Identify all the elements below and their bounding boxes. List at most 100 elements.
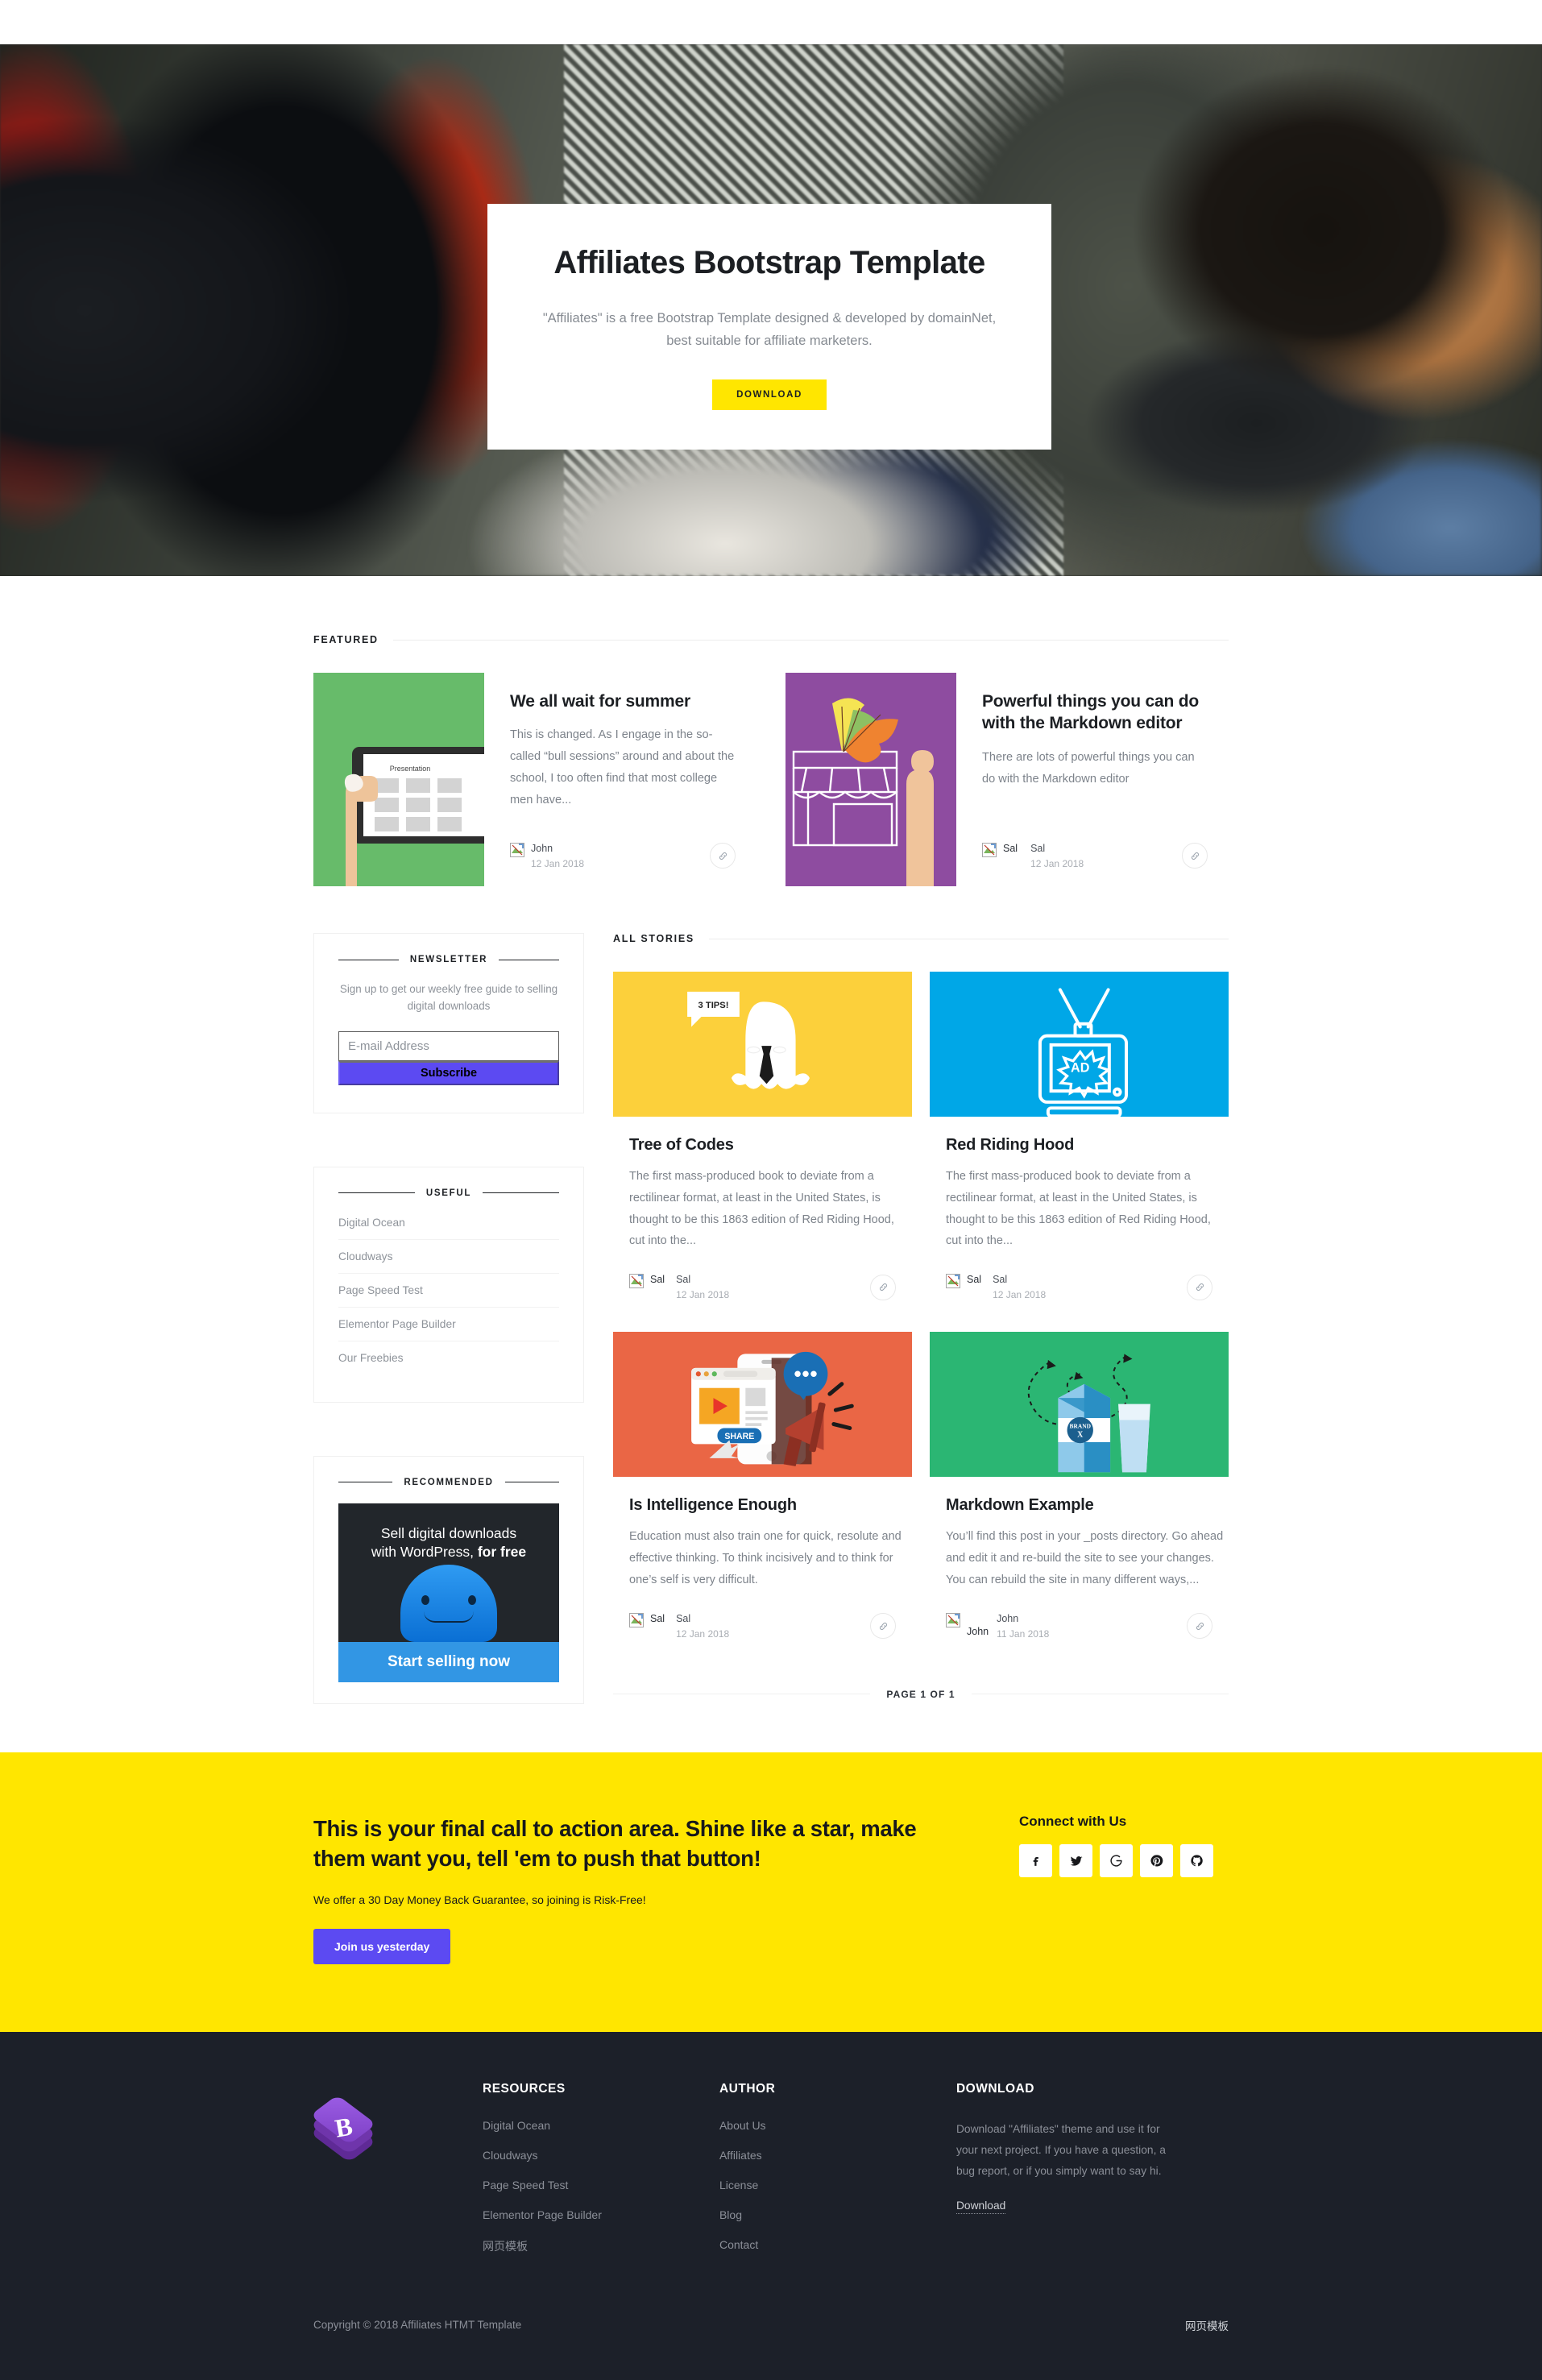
promo-line-2-bold: for free	[477, 1543, 527, 1560]
card-meta: Sal Sal 12 Jan 2018	[629, 1612, 910, 1640]
email-input[interactable]	[338, 1030, 559, 1061]
site-footer: B RESOURCES Digital Ocean Cloudways Page…	[0, 2031, 1542, 2380]
newsletter-heading: NEWSLETTER	[338, 955, 560, 964]
newsletter-label: NEWSLETTER	[409, 955, 488, 964]
useful-link[interactable]: Cloudways	[338, 1240, 559, 1274]
author-name: John	[531, 842, 553, 854]
footer-link[interactable]: License	[719, 2179, 956, 2191]
useful-link[interactable]: Page Speed Test	[338, 1274, 559, 1308]
recommended-heading: RECOMMENDED	[338, 1478, 559, 1487]
card-meta: Sal Sal 12 Jan 2018	[946, 1273, 1227, 1301]
call-to-action-section: This is your final call to action area. …	[0, 1752, 1542, 2032]
author-name: John	[997, 1612, 1019, 1624]
cta-heading: This is your final call to action area. …	[313, 1816, 917, 1872]
footer-link[interactable]: Contact	[719, 2238, 956, 2251]
footer-link[interactable]: Cloudways	[483, 2149, 719, 2162]
story-title[interactable]: Markdown Example	[946, 1496, 1227, 1515]
facebook-icon[interactable]	[1019, 1844, 1052, 1878]
publish-date: 11 Jan 2018	[997, 1627, 1050, 1640]
bootstrap-logo-icon: B	[309, 2093, 377, 2162]
story-card[interactable]: SHARE Is Intelligence Enough Education m…	[613, 1332, 912, 1640]
footer-link[interactable]: Affiliates	[719, 2149, 956, 2162]
start-selling-button[interactable]: Start selling now	[338, 1642, 559, 1683]
featured-card-title[interactable]: We all wait for summer	[510, 690, 736, 712]
useful-link[interactable]: Our Freebies	[338, 1341, 559, 1375]
promo-banner[interactable]: Sell digital downloads with WordPress, f…	[338, 1503, 559, 1683]
author-name: Sal	[1030, 842, 1046, 854]
featured-heading: FEATURED	[313, 634, 1229, 645]
broken-image-icon	[946, 1274, 960, 1289]
story-card[interactable]: AD Red Riding Hood The first mass-produc…	[930, 972, 1229, 1302]
footer-link[interactable]: About Us	[719, 2119, 956, 2132]
author-alt-text: Sal	[650, 1274, 665, 1286]
share-link-button[interactable]	[870, 1613, 896, 1640]
broken-image-icon	[946, 1612, 960, 1627]
cta-subtext: We offer a 30 Day Money Back Guarantee, …	[313, 1893, 646, 1906]
useful-links-list: Digital Ocean Cloudways Page Speed Test …	[338, 1206, 559, 1375]
share-link-button[interactable]	[1182, 843, 1208, 869]
footer-author-heading: AUTHOR	[719, 2081, 776, 2096]
story-excerpt: Education must also train one for quick,…	[629, 1530, 902, 1586]
join-us-button[interactable]: Join us yesterday	[313, 1928, 451, 1964]
story-title[interactable]: Red Riding Hood	[946, 1136, 1227, 1155]
subscribe-button[interactable]: Subscribe	[338, 1060, 559, 1085]
pagination: PAGE 1 OF 1	[613, 1689, 1229, 1700]
broken-image-icon	[982, 842, 997, 857]
story-grid: 3 TIPS! Tree of Codes The first mass-pro…	[613, 972, 1229, 1640]
share-link-button[interactable]	[870, 1274, 896, 1300]
useful-link[interactable]: Digital Ocean	[338, 1206, 559, 1240]
newsletter-text: Sign up to get our weekly free guide to …	[339, 983, 558, 1013]
footer-link[interactable]: Blog	[719, 2208, 956, 2221]
author-alt-text: Sal	[967, 1274, 982, 1286]
featured-card[interactable]: Presentation We all wait for summer This…	[313, 673, 756, 886]
useful-label: USEFUL	[425, 1188, 472, 1198]
thumb-label: 3 TIPS!	[698, 1001, 729, 1010]
author-alt-text: John	[967, 1625, 989, 1637]
footer-resources-column: RESOURCES Digital Ocean Cloudways Page S…	[483, 2082, 719, 2254]
footer-link[interactable]: Page Speed Test	[483, 2179, 719, 2191]
story-thumbnail-tv[interactable]: AD	[930, 972, 1229, 1117]
author-name: Sal	[993, 1274, 1008, 1286]
story-title[interactable]: Tree of Codes	[629, 1136, 910, 1155]
author-name: Sal	[676, 1274, 691, 1286]
pinterest-icon[interactable]	[1140, 1844, 1173, 1878]
story-card[interactable]: 3 TIPS! Tree of Codes The first mass-pro…	[613, 972, 912, 1302]
story-thumbnail-share[interactable]: SHARE	[613, 1332, 912, 1478]
card-meta: John 12 Jan 2018	[510, 842, 736, 886]
github-icon[interactable]	[1180, 1844, 1213, 1878]
footer-download-text: Download "Affiliates" theme and use it f…	[955, 2122, 1166, 2178]
story-card[interactable]: BRAND X Markdown Example You’ll find thi…	[930, 1332, 1229, 1640]
all-stories-label: ALL STORIES	[613, 933, 694, 944]
twitter-icon[interactable]	[1059, 1844, 1092, 1878]
footer-resources-heading: RESOURCES	[483, 2081, 566, 2096]
footer-link[interactable]: Digital Ocean	[483, 2119, 719, 2132]
footer-right-label[interactable]: 网页模板	[1185, 2317, 1229, 2333]
promo-line-2: with WordPress,	[371, 1543, 478, 1560]
download-button[interactable]: DOWNLOAD	[712, 379, 827, 410]
featured-cards-row: Presentation We all wait for summer This…	[313, 673, 1229, 886]
footer-download-link[interactable]: Download	[955, 2200, 1006, 2215]
connect-heading: Connect with Us	[1019, 1814, 1127, 1830]
footer-link[interactable]: Elementor Page Builder	[483, 2208, 719, 2221]
featured-thumbnail-tablet[interactable]: Presentation	[313, 673, 484, 886]
share-link-button[interactable]	[1187, 1613, 1212, 1640]
featured-card[interactable]: Powerful things you can do with the Mark…	[786, 673, 1229, 886]
featured-thumbnail-shop[interactable]	[786, 673, 956, 886]
featured-card-excerpt: There are lots of powerful things you ca…	[982, 750, 1195, 786]
google-icon[interactable]	[1100, 1844, 1133, 1878]
share-link-button[interactable]	[710, 843, 736, 869]
author-name: Sal	[676, 1612, 691, 1624]
broken-image-icon	[629, 1274, 644, 1289]
featured-card-title[interactable]: Powerful things you can do with the Mark…	[982, 690, 1208, 735]
story-title[interactable]: Is Intelligence Enough	[629, 1496, 910, 1515]
divider-line	[338, 1192, 415, 1194]
broken-image-icon	[510, 842, 524, 857]
footer-link[interactable]: 网页模板	[483, 2238, 719, 2254]
useful-panel: USEFUL Digital Ocean Cloudways Page Spee…	[313, 1166, 584, 1403]
share-link-button[interactable]	[1187, 1274, 1212, 1300]
copyright-text: Copyright © 2018 Affiliates HTMT Templat…	[313, 2319, 522, 2332]
story-excerpt: The first mass-produced book to deviate …	[629, 1170, 894, 1248]
useful-link[interactable]: Elementor Page Builder	[338, 1308, 559, 1341]
story-thumbnail-ghost[interactable]: 3 TIPS!	[613, 972, 912, 1117]
story-thumbnail-milk[interactable]: BRAND X	[930, 1332, 1229, 1478]
